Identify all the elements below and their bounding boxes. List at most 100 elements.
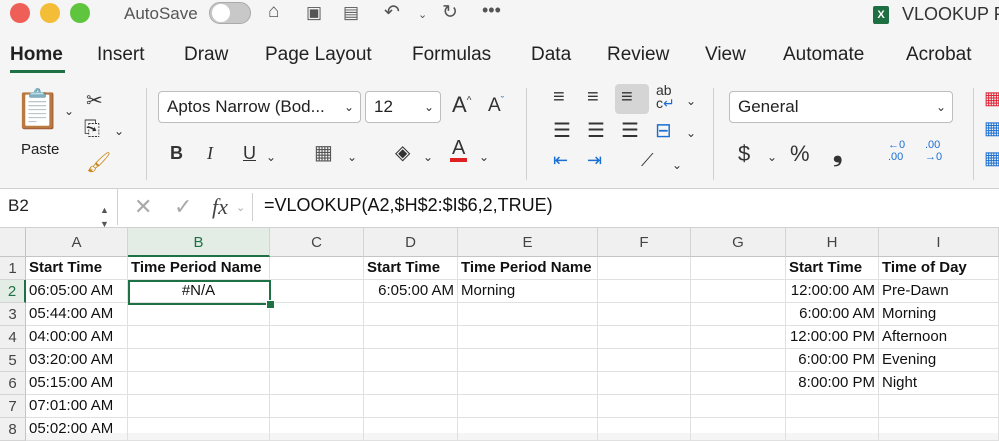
cell-e7[interactable]: [458, 395, 598, 418]
row-header-7[interactable]: 7: [0, 395, 26, 418]
cell-i1[interactable]: Time of Day: [879, 257, 999, 280]
align-right-icon[interactable]: ☰: [621, 118, 639, 143]
redo-icon[interactable]: ↻: [442, 1, 458, 24]
cell-g1[interactable]: [691, 257, 786, 280]
cell-a5[interactable]: 03:20:00 AM: [26, 349, 128, 372]
home-icon[interactable]: ⌂: [268, 1, 279, 23]
column-header-f[interactable]: F: [598, 228, 691, 257]
bold-button[interactable]: B: [170, 143, 183, 164]
cell-a4[interactable]: 04:00:00 AM: [26, 326, 128, 349]
cell-c4[interactable]: [270, 326, 364, 349]
cell-c7[interactable]: [270, 395, 364, 418]
tab-page-layout[interactable]: Page Layout: [265, 44, 372, 66]
align-top-icon[interactable]: ≡: [553, 86, 565, 109]
cell-d5[interactable]: [364, 349, 458, 372]
row-header-4[interactable]: 4: [0, 326, 26, 349]
cell-c2[interactable]: [270, 280, 364, 303]
align-middle-icon[interactable]: ≡: [587, 86, 599, 109]
format-table-icon[interactable]: ▦: [984, 118, 999, 139]
tab-automate[interactable]: Automate: [783, 44, 864, 66]
increase-indent-icon[interactable]: ⇥: [587, 150, 602, 171]
tab-review[interactable]: Review: [607, 44, 669, 66]
row-header-3[interactable]: 3: [0, 303, 26, 326]
cell-g4[interactable]: [691, 326, 786, 349]
save-as-icon[interactable]: ▤: [343, 3, 359, 23]
tab-data[interactable]: Data: [531, 44, 571, 66]
copy-icon[interactable]: ⎘: [84, 118, 100, 141]
cell-d4[interactable]: [364, 326, 458, 349]
orientation-dropdown-chevron-icon[interactable]: ⌄: [672, 158, 682, 172]
align-bottom-icon[interactable]: ≡: [621, 86, 633, 109]
cell-h7[interactable]: [786, 395, 879, 418]
tab-view[interactable]: View: [705, 44, 746, 66]
paste-clipboard-icon[interactable]: 📋: [14, 88, 61, 132]
cell-a6[interactable]: 05:15:00 AM: [26, 372, 128, 395]
cell-h1[interactable]: Start Time: [786, 257, 879, 280]
cell-e5[interactable]: [458, 349, 598, 372]
cell-e4[interactable]: [458, 326, 598, 349]
cell-h6[interactable]: 8:00:00 PM: [786, 372, 879, 395]
row-header-6[interactable]: 6: [0, 372, 26, 395]
cell-g6[interactable]: [691, 372, 786, 395]
cell-b5[interactable]: [128, 349, 270, 372]
currency-button[interactable]: $: [738, 141, 750, 167]
cell-i3[interactable]: Morning: [879, 303, 999, 326]
number-format-select[interactable]: General ⌄: [729, 91, 953, 123]
cell-b4[interactable]: [128, 326, 270, 349]
conditional-format-icon[interactable]: ▦: [984, 88, 999, 109]
name-box[interactable]: B2 ▲ ▼: [0, 189, 118, 229]
cell-e6[interactable]: [458, 372, 598, 395]
cell-f3[interactable]: [598, 303, 691, 326]
cell-f5[interactable]: [598, 349, 691, 372]
cell-a3[interactable]: 05:44:00 AM: [26, 303, 128, 326]
row-header-8[interactable]: 8: [0, 418, 26, 441]
wrap-dropdown-chevron-icon[interactable]: ⌄: [686, 94, 696, 108]
cell-i6[interactable]: Night: [879, 372, 999, 395]
borders-dropdown-chevron-icon[interactable]: ⌄: [347, 150, 357, 164]
font-color-icon[interactable]: A: [450, 138, 468, 162]
cell-g7[interactable]: [691, 395, 786, 418]
tab-acrobat[interactable]: Acrobat: [906, 44, 971, 66]
comma-style-button[interactable]: ❟: [833, 140, 842, 168]
copy-dropdown-chevron-icon[interactable]: ⌄: [114, 124, 124, 138]
cell-c1[interactable]: [270, 257, 364, 280]
grow-font-icon[interactable]: A^: [452, 92, 471, 118]
cell-f4[interactable]: [598, 326, 691, 349]
cell-f6[interactable]: [598, 372, 691, 395]
cell-c6[interactable]: [270, 372, 364, 395]
cell-a7[interactable]: 07:01:00 AM: [26, 395, 128, 418]
cell-i8[interactable]: [879, 418, 999, 441]
cell-a8[interactable]: 05:02:00 AM: [26, 418, 128, 441]
minimize-window-button[interactable]: [40, 3, 60, 23]
tab-draw[interactable]: Draw: [184, 44, 228, 66]
fill-color-icon[interactable]: ◈: [395, 140, 410, 165]
cell-c5[interactable]: [270, 349, 364, 372]
underline-dropdown-chevron-icon[interactable]: ⌄: [266, 150, 276, 164]
more-icon[interactable]: •••: [482, 0, 501, 21]
fill-dropdown-chevron-icon[interactable]: ⌄: [423, 150, 433, 164]
column-header-b[interactable]: B: [128, 228, 270, 257]
column-header-c[interactable]: C: [270, 228, 364, 257]
cell-h8[interactable]: [786, 418, 879, 441]
align-left-icon[interactable]: ☰: [553, 118, 571, 143]
cell-e8[interactable]: [458, 418, 598, 441]
column-header-i[interactable]: I: [879, 228, 999, 257]
zoom-window-button[interactable]: [70, 3, 90, 23]
autosave-toggle[interactable]: [209, 2, 251, 24]
borders-icon[interactable]: ▦: [314, 140, 333, 165]
cell-b7[interactable]: [128, 395, 270, 418]
cell-h4[interactable]: 12:00:00 PM: [786, 326, 879, 349]
column-header-g[interactable]: G: [691, 228, 786, 257]
cell-f1[interactable]: [598, 257, 691, 280]
cell-b6[interactable]: [128, 372, 270, 395]
cell-g2[interactable]: [691, 280, 786, 303]
cell-i4[interactable]: Afternoon: [879, 326, 999, 349]
increase-decimal-button[interactable]: ←0 .00: [888, 139, 905, 163]
cell-i2[interactable]: Pre-Dawn: [879, 280, 999, 303]
cell-a1[interactable]: Start Time: [26, 257, 128, 280]
shrink-font-icon[interactable]: Aˇ: [488, 95, 504, 117]
cell-b1[interactable]: Time Period Name: [128, 257, 270, 280]
column-header-h[interactable]: H: [786, 228, 879, 257]
cell-h2[interactable]: 12:00:00 AM: [786, 280, 879, 303]
row-header-2[interactable]: 2: [0, 280, 26, 303]
